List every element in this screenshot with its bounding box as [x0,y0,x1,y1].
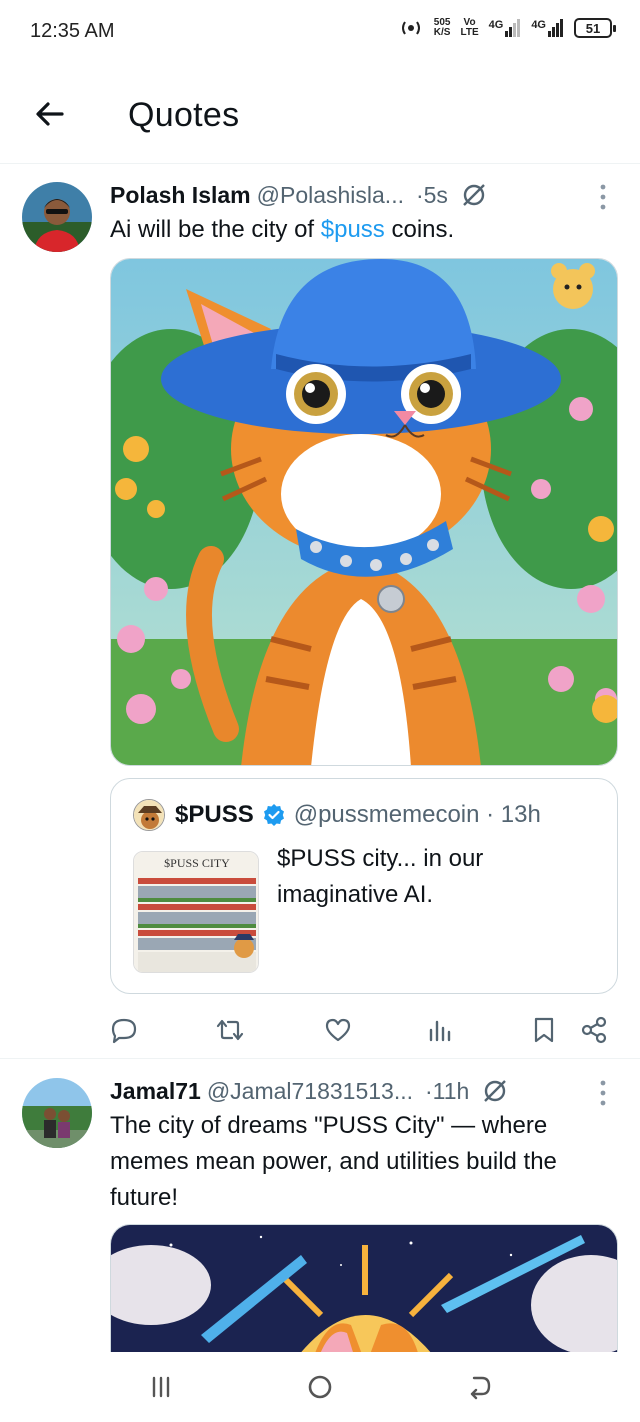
app-header: Quotes [0,66,640,164]
tweet-media-image[interactable] [110,1224,618,1364]
status-time: 12:35 AM [30,20,115,42]
more-vertical-icon[interactable] [596,1078,610,1108]
tweet-header: Polash Islam @Polashisla... ·5s [110,178,620,212]
quoted-author-name[interactable]: $PUSS [175,801,254,829]
tweet-actions [110,1010,618,1050]
cat-illustration [111,259,617,765]
cashtag-link[interactable]: $puss [321,216,385,243]
author-name[interactable]: Polash Islam [110,182,251,209]
cat-avatar-image [134,800,164,830]
views-icon[interactable] [426,1016,454,1044]
retweet-icon[interactable] [216,1016,244,1044]
network-speed: 505 K/S [433,17,451,38]
hotspot-icon [401,21,420,35]
tweet-header: Jamal71 @Jamal71831513... ·11h [110,1074,620,1108]
quoted-tweet-text: $PUSS city... in our imaginative AI. [277,845,484,908]
tweet[interactable]: Jamal71 @Jamal71831513... ·11h The city … [0,1074,640,1364]
quoted-tweet-header: $PUSS @pussmemecoin · 13h [133,797,541,833]
tweet-text: The city of dreams "PUSS City" — where m… [110,1112,557,1211]
quoted-author-handle[interactable]: @pussmemecoin · 13h [294,801,541,829]
avatar[interactable] [22,182,92,252]
signal-1: 4G [489,19,522,37]
home-icon[interactable] [305,1372,335,1402]
quoted-media-thumbnail[interactable]: $PUSS CITY [133,851,259,973]
thumbnail-caption: $PUSS CITY [164,856,230,870]
tweet-divider [0,1058,640,1059]
heart-icon[interactable] [324,1016,352,1044]
tweet[interactable]: Polash Islam @Polashisla... ·5s Ai will … [0,178,640,1058]
bookmark-icon[interactable] [530,1016,558,1044]
author-handle[interactable]: @Polashisla... [257,182,404,209]
more-vertical-icon[interactable] [596,182,610,212]
system-nav-bar [0,1352,640,1422]
status-bar: 12:35 AM 505 K/S Vo LTE 4G 4G 51 [0,0,640,66]
signal-2: 4G [531,19,564,37]
share-icon[interactable] [580,1016,608,1044]
avatar-image [22,1078,92,1148]
arrow-left-icon[interactable] [30,94,70,134]
quoted-tweet[interactable]: $PUSS @pussmemecoin · 13h $PUSS CITY $PU… [110,778,618,994]
tweet-text: Ai will be the city of $puss coins. [110,216,455,243]
quoted-avatar[interactable] [133,799,165,831]
volte-indicator: Vo LTE [460,17,479,38]
avatar[interactable] [22,1078,92,1148]
battery-icon: 51 [574,18,616,38]
recents-icon[interactable] [146,1372,176,1402]
tweet-media-image[interactable] [110,258,618,766]
signal-bars-icon [548,19,563,37]
tweet-time[interactable]: ·5s [416,182,448,209]
back-icon[interactable] [464,1372,494,1402]
grok-icon[interactable] [481,1077,509,1105]
author-name[interactable]: Jamal71 [110,1078,201,1105]
reply-icon[interactable] [110,1016,138,1044]
avatar-image [22,182,92,252]
signal-bars-icon [505,19,521,37]
space-cat-illustration [111,1225,617,1364]
author-handle[interactable]: @Jamal71831513... [207,1078,413,1105]
verified-badge-icon [263,804,284,826]
status-icons: 505 K/S Vo LTE 4G 4G 51 [398,17,616,38]
grok-icon[interactable] [460,181,488,209]
tweet-time[interactable]: ·11h [425,1078,469,1105]
page-title: Quotes [128,96,240,134]
